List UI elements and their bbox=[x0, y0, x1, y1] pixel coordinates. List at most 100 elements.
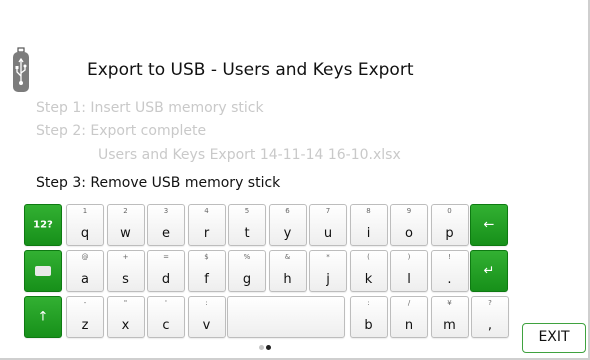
key-s[interactable]: + s bbox=[106, 250, 145, 292]
key-z[interactable]: -z bbox=[66, 296, 104, 338]
key-primary-label: o bbox=[405, 226, 413, 241]
key-primary-label: t bbox=[244, 226, 250, 241]
key-secondary-label: 2 bbox=[123, 207, 128, 215]
key-secondary-label: : bbox=[367, 299, 370, 307]
key-i[interactable]: 8i bbox=[349, 204, 388, 246]
enter-key[interactable]: ↵ bbox=[470, 250, 508, 292]
key-primary-label: p bbox=[445, 226, 454, 241]
hide-keyboard-key[interactable] bbox=[24, 250, 62, 292]
page-title: Export to USB - Users and Keys Export bbox=[87, 60, 414, 80]
key-secondary-label: + bbox=[122, 253, 129, 261]
key-secondary-label: - bbox=[83, 299, 87, 307]
key-primary-label: a bbox=[81, 272, 89, 287]
key-j[interactable]: * j bbox=[309, 250, 347, 292]
key-secondary-label: 8 bbox=[366, 207, 371, 215]
key-primary-label: k bbox=[364, 272, 373, 287]
usb-icon bbox=[13, 47, 29, 92]
key-primary-label: c bbox=[162, 318, 170, 333]
space-key[interactable] bbox=[227, 296, 345, 338]
key-primary-label: . bbox=[447, 272, 452, 287]
numeric-mode-label: 12? bbox=[33, 219, 53, 231]
export-filename: Users and Keys Export 14-11-14 16-10.xls… bbox=[98, 147, 401, 163]
key-secondary-label: 6 bbox=[285, 207, 290, 215]
key-primary-label: i bbox=[366, 226, 371, 241]
key-secondary-label: $ bbox=[204, 253, 209, 261]
key-primary-label: u bbox=[323, 226, 333, 241]
key-secondary-label: 1 bbox=[82, 207, 88, 215]
key-secondary-label: ( bbox=[367, 253, 370, 261]
key-b[interactable]: :b bbox=[349, 296, 388, 338]
shift-arrow-icon: ↑ bbox=[37, 309, 49, 325]
key-m[interactable]: ¥ m bbox=[430, 296, 469, 338]
key-f[interactable]: $ f bbox=[187, 250, 226, 292]
shift-key[interactable]: ↑ bbox=[24, 296, 62, 338]
key-q[interactable]: 1q bbox=[66, 204, 104, 246]
key-secondary-label: ! bbox=[448, 253, 451, 261]
key-primary-label: q bbox=[80, 226, 90, 241]
key-secondary-label: : bbox=[205, 299, 208, 307]
key-secondary-label: * bbox=[326, 253, 330, 261]
page-indicator bbox=[259, 345, 273, 351]
step-2-text: Step 2: Export complete bbox=[36, 123, 207, 139]
key-y[interactable]: 6y bbox=[268, 204, 307, 246]
key-o[interactable]: 9o bbox=[390, 204, 428, 246]
key-secondary-label: 4 bbox=[204, 207, 209, 215]
key-primary-label: g bbox=[242, 272, 252, 287]
key-t[interactable]: 5t bbox=[228, 204, 266, 246]
backspace-icon: ← bbox=[483, 217, 495, 233]
key-g[interactable]: % g bbox=[228, 250, 266, 292]
backspace-key[interactable]: ← bbox=[470, 204, 508, 246]
key-primary-label: l bbox=[407, 272, 411, 287]
page-dot-1 bbox=[259, 345, 264, 350]
key-secondary-label: ? bbox=[488, 299, 492, 307]
key-primary-label: z bbox=[81, 318, 89, 333]
key-a[interactable]: @ a bbox=[66, 250, 104, 292]
key-x[interactable]: " x bbox=[106, 296, 145, 338]
key-r[interactable]: 4r bbox=[187, 204, 226, 246]
key-primary-label: d bbox=[161, 272, 171, 287]
keyboard-icon bbox=[35, 266, 51, 276]
on-screen-keyboard: 12? ↑ ← ↵ 1 q 2 w 3 e 4 r 5 t 6 y 7 u 8 i 9 o 0 p @ a + s = d $ f% g… bbox=[24, 202, 509, 342]
key-secondary-label: / bbox=[407, 299, 411, 307]
key-c[interactable]: ' c bbox=[147, 296, 185, 338]
key-primary-label: f bbox=[204, 272, 209, 287]
key-u[interactable]: 7u bbox=[309, 204, 347, 246]
key-primary-label: w bbox=[120, 226, 131, 241]
step-3-text: Step 3: Remove USB memory stick bbox=[36, 175, 281, 191]
key-secondary-label: & bbox=[284, 253, 291, 261]
key-secondary-label: 0 bbox=[447, 207, 452, 215]
key-p[interactable]: 0p bbox=[430, 204, 469, 246]
key-primary-label: x bbox=[121, 318, 130, 333]
key-w[interactable]: 2w bbox=[106, 204, 145, 246]
key-comma[interactable]: ?, bbox=[471, 296, 509, 338]
key-period[interactable]: !. bbox=[430, 250, 469, 292]
enter-icon: ↵ bbox=[483, 263, 495, 279]
step-1-text: Step 1: Insert USB memory stick bbox=[36, 100, 264, 116]
numeric-mode-key[interactable]: 12? bbox=[24, 204, 62, 246]
key-primary-label: j bbox=[326, 272, 330, 287]
key-primary-label: m bbox=[443, 318, 456, 333]
key-n[interactable]: / n bbox=[390, 296, 428, 338]
key-secondary-label: @ bbox=[81, 253, 89, 261]
key-primary-label: , bbox=[487, 318, 493, 333]
key-secondary-label: ' bbox=[165, 299, 167, 307]
key-d[interactable]: = d bbox=[147, 250, 185, 292]
key-secondary-label: 3 bbox=[163, 207, 169, 215]
key-l[interactable]: ) l bbox=[390, 250, 428, 292]
key-primary-label: s bbox=[122, 272, 129, 287]
key-e[interactable]: 3e bbox=[147, 204, 185, 246]
key-secondary-label: = bbox=[163, 253, 169, 261]
key-primary-label: y bbox=[283, 226, 292, 241]
key-secondary-label: 7 bbox=[325, 207, 331, 215]
exit-button[interactable]: EXIT bbox=[522, 323, 586, 353]
key-primary-label: e bbox=[162, 226, 170, 241]
key-primary-label: h bbox=[283, 272, 292, 287]
key-k[interactable]: (k bbox=[349, 250, 388, 292]
key-primary-label: n bbox=[404, 318, 414, 333]
key-v[interactable]: :v bbox=[187, 296, 226, 338]
key-secondary-label: " bbox=[123, 299, 128, 307]
key-primary-label: v bbox=[202, 318, 211, 333]
key-secondary-label: 5 bbox=[244, 207, 250, 215]
page-dot-2 bbox=[266, 345, 271, 350]
key-h[interactable]: & h bbox=[268, 250, 307, 292]
